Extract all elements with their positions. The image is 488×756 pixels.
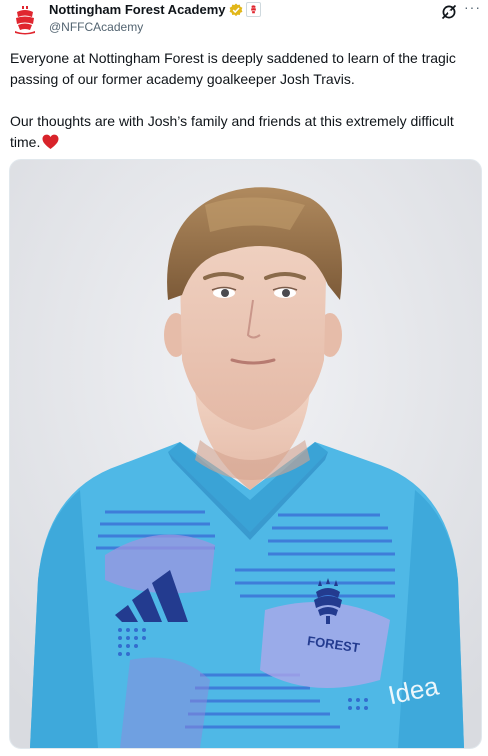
tweet-header: Nottingham Forest Academy @NFFCAcademy ·…: [0, 0, 488, 40]
name-row: Nottingham Forest Academy: [49, 2, 261, 17]
tweet-text: Everyone at Nottingham Forest is deeply …: [10, 48, 480, 153]
goalkeeper-portrait-photo: FOREST Idea: [10, 160, 481, 748]
red-heart-icon: [42, 134, 59, 149]
avatar[interactable]: [12, 4, 38, 36]
gold-verified-badge-icon: [229, 3, 243, 17]
tweet-paragraph-1: Everyone at Nottingham Forest is deeply …: [10, 50, 456, 87]
tweet-photo[interactable]: FOREST Idea: [9, 159, 482, 749]
tweet-paragraph-2-text: Our thoughts are with Josh’s family and …: [10, 113, 454, 150]
grok-icon[interactable]: [440, 3, 458, 21]
more-icon[interactable]: ···: [464, 0, 482, 16]
nottingham-forest-crest-icon: [15, 6, 35, 35]
club-affiliate-badge-icon[interactable]: [245, 2, 261, 17]
account-handle[interactable]: @NFFCAcademy: [49, 20, 143, 34]
tweet-paragraph-2: Our thoughts are with Josh’s family and …: [10, 111, 480, 153]
display-name[interactable]: Nottingham Forest Academy: [49, 2, 226, 17]
